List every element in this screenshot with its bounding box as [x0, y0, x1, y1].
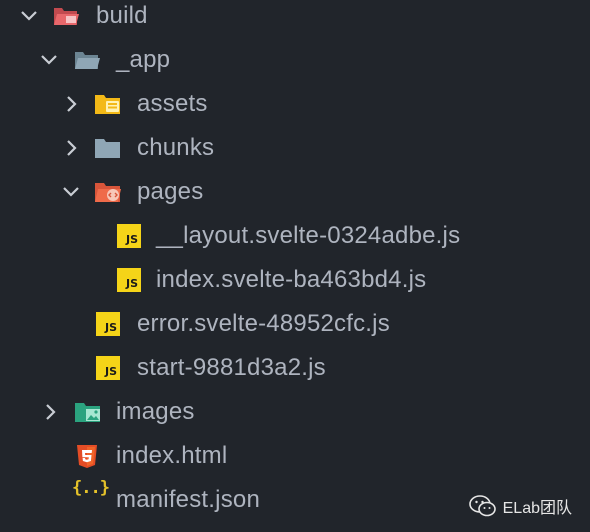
javascript-file-icon: JS — [96, 356, 120, 380]
open-folder-icon — [54, 8, 79, 25]
tree-item-label: error.svelte-48952cfc.js — [137, 310, 390, 337]
tree-item-chunks[interactable]: chunks — [0, 126, 590, 170]
tree-item-pages[interactable]: pages — [0, 170, 590, 214]
assets-folder-icon — [95, 95, 120, 114]
chevron-down-icon[interactable] — [37, 48, 61, 72]
tree-item-index-svelte-file[interactable]: JS index.svelte-ba463bd4.js — [0, 258, 590, 302]
tree-item-app[interactable]: _app — [0, 38, 590, 82]
open-folder-icon — [75, 52, 100, 69]
watermark-text: ELab团队 — [502, 500, 572, 517]
chevron-right-icon[interactable] — [59, 136, 83, 160]
tree-item-label: chunks — [137, 134, 215, 161]
tree-item-label: manifest.json — [116, 486, 260, 513]
tree-item-label: index.html — [116, 442, 228, 469]
wechat-icon — [468, 495, 496, 517]
tree-item-error-file[interactable]: JS error.svelte-48952cfc.js — [0, 302, 590, 346]
chevron-down-icon[interactable] — [17, 4, 41, 28]
javascript-file-icon: JS — [117, 224, 141, 248]
html5-icon — [77, 445, 97, 468]
tree-item-label: build — [96, 2, 148, 29]
javascript-file-icon: JS — [96, 312, 120, 336]
tree-item-label: pages — [137, 178, 204, 205]
tree-item-index-html[interactable]: index.html — [0, 434, 590, 478]
json-file-icon: {..} — [72, 478, 110, 498]
tree-item-label: _app — [116, 46, 171, 73]
javascript-file-icon: JS — [117, 268, 141, 292]
chevron-right-icon[interactable] — [38, 400, 62, 424]
pages-folder-icon — [95, 183, 121, 202]
chevron-down-icon[interactable] — [59, 180, 83, 204]
partial-tree-item — [50, 527, 72, 532]
tree-item-layout-file[interactable]: JS __layout.svelte-0324adbe.js — [0, 214, 590, 258]
tree-item-label: start-9881d3a2.js — [137, 354, 326, 381]
tree-item-assets[interactable]: assets — [0, 82, 590, 126]
tree-item-label: assets — [137, 90, 208, 117]
tree-item-start-file[interactable]: JS start-9881d3a2.js — [0, 346, 590, 390]
tree-item-label: __layout.svelte-0324adbe.js — [156, 222, 461, 249]
tree-item-label: index.svelte-ba463bd4.js — [156, 266, 427, 293]
tree-item-images[interactable]: images — [0, 390, 590, 434]
folder-icon — [95, 139, 120, 158]
tree-item-label: images — [116, 398, 195, 425]
chevron-right-icon[interactable] — [59, 92, 83, 116]
tree-item-build[interactable]: build — [0, 0, 590, 38]
images-folder-icon — [75, 403, 100, 422]
watermark: ELab团队 — [468, 494, 572, 518]
file-explorer-tree: build _app assets chunks pages JS __layo… — [0, 0, 590, 532]
